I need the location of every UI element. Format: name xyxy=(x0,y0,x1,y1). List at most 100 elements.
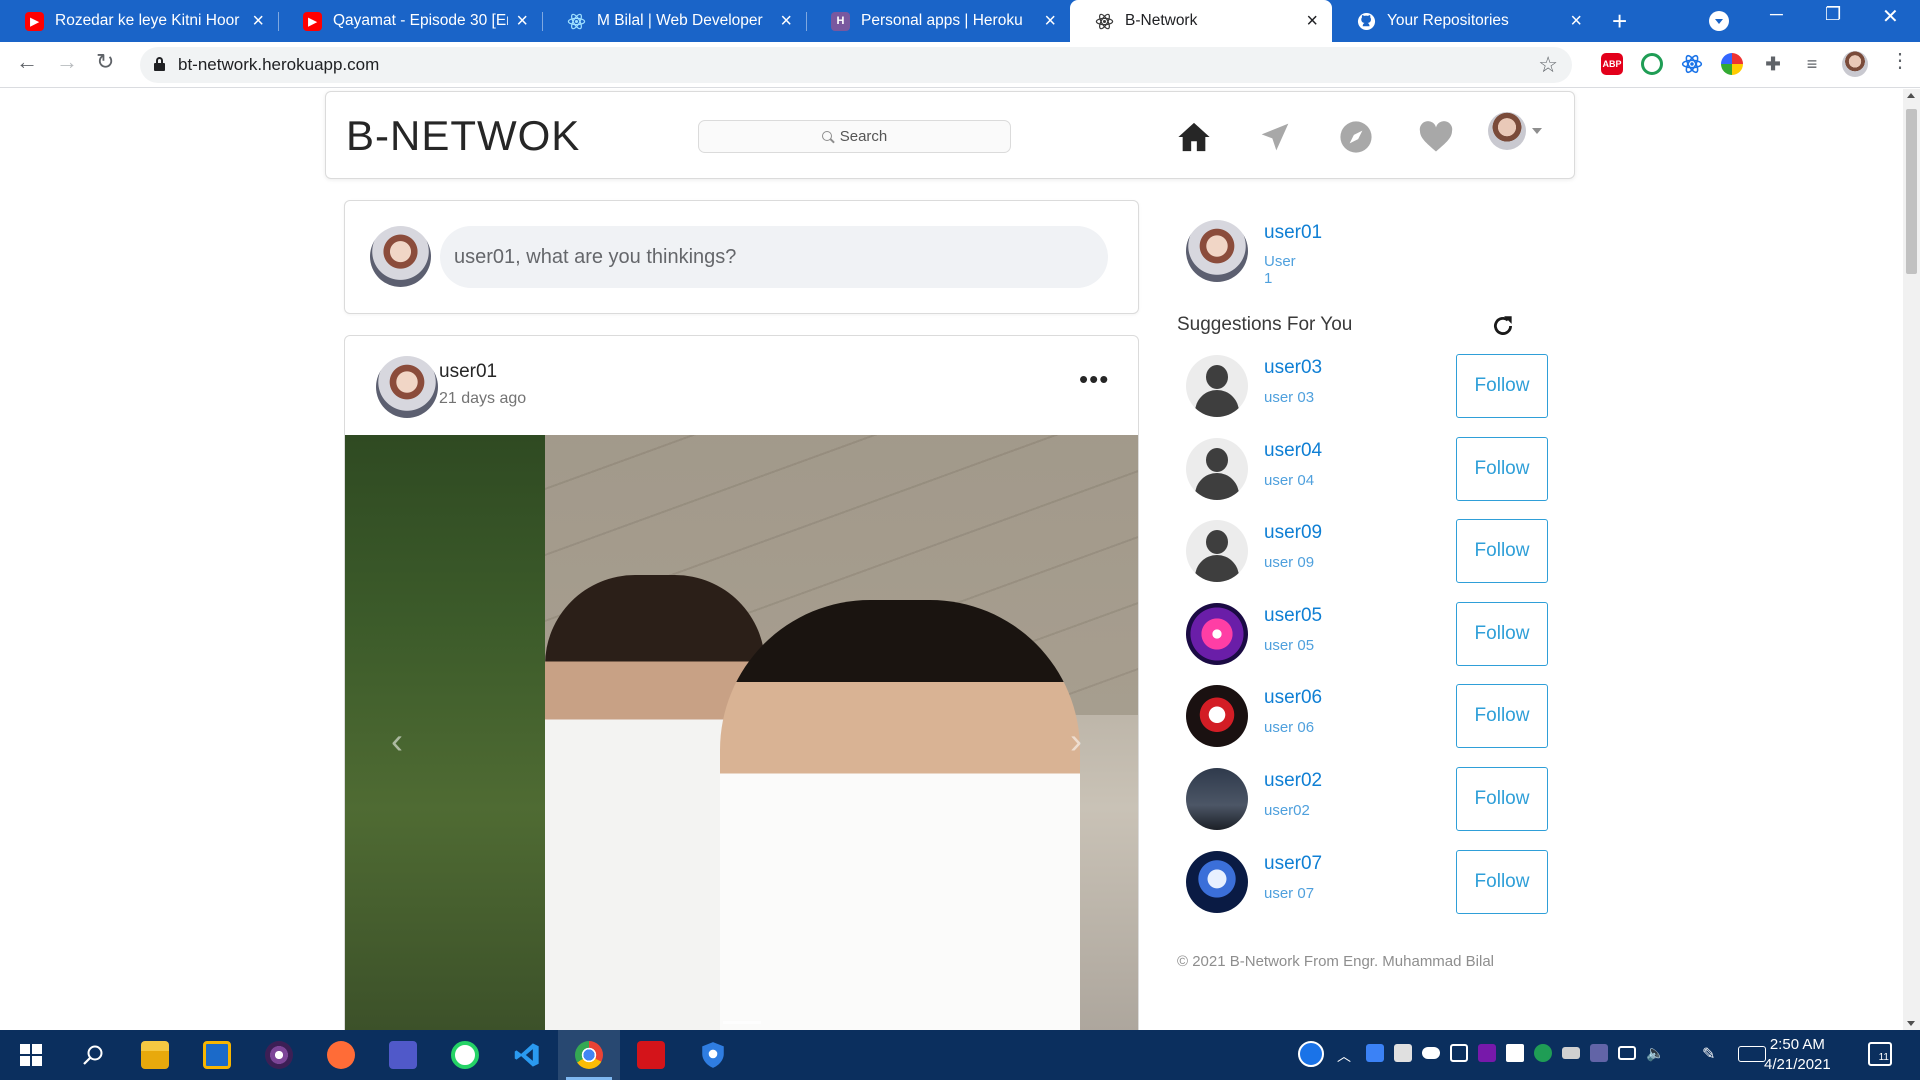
url-text[interactable]: bt-network.herokuapp.com xyxy=(178,55,379,75)
postman-icon[interactable] xyxy=(310,1030,372,1080)
page-scrollbar[interactable] xyxy=(1903,89,1920,1030)
react-devtools-icon[interactable] xyxy=(1681,53,1703,75)
close-icon[interactable]: × xyxy=(780,11,792,31)
refresh-icon[interactable] xyxy=(1490,313,1516,339)
network-icon[interactable] xyxy=(1618,1046,1636,1060)
browser-tab-active[interactable]: B-Network × xyxy=(1070,0,1332,42)
suggestion-username[interactable]: user05 xyxy=(1264,605,1322,627)
scroll-down-icon[interactable] xyxy=(1907,1021,1915,1026)
scrollbar-thumb[interactable] xyxy=(1906,109,1917,274)
suggestion-username[interactable]: user07 xyxy=(1264,853,1322,875)
close-icon[interactable]: × xyxy=(252,11,264,31)
puzzle-icon[interactable]: ✚ xyxy=(1762,53,1784,75)
suggestion-username[interactable]: user09 xyxy=(1264,522,1322,544)
chrome-icon[interactable] xyxy=(558,1030,620,1080)
close-icon[interactable]: × xyxy=(1044,11,1056,31)
default-avatar-icon[interactable] xyxy=(1186,437,1248,500)
avatar[interactable] xyxy=(1186,602,1248,665)
vscode-icon[interactable] xyxy=(496,1030,558,1080)
tor-browser-icon[interactable] xyxy=(248,1030,310,1080)
suggestion-username[interactable]: user03 xyxy=(1264,357,1322,379)
notification-center-icon[interactable]: 11 xyxy=(1868,1042,1892,1066)
new-tab-icon[interactable]: + xyxy=(1612,8,1627,34)
follow-button[interactable]: Follow xyxy=(1456,849,1548,914)
search-icon[interactable] xyxy=(62,1030,124,1080)
minimize-icon[interactable]: ─ xyxy=(1770,4,1783,25)
media-controls-icon[interactable]: ≡ xyxy=(1801,53,1823,75)
avatar[interactable] xyxy=(1186,685,1248,748)
post-author-avatar[interactable] xyxy=(376,356,438,418)
onenote-icon[interactable] xyxy=(1478,1044,1496,1062)
pen-icon[interactable]: ✎ xyxy=(1702,1044,1720,1063)
restore-icon[interactable]: ❐ xyxy=(1825,4,1841,25)
help-icon[interactable] xyxy=(1298,1041,1324,1067)
pin-icon[interactable] xyxy=(1394,1044,1412,1062)
close-icon[interactable]: × xyxy=(1570,11,1582,31)
volume-icon[interactable]: 🔈 xyxy=(1646,1044,1665,1062)
default-avatar-icon[interactable] xyxy=(1186,520,1248,583)
suggestion-username[interactable]: user02 xyxy=(1264,770,1322,792)
avatar[interactable] xyxy=(1186,850,1248,913)
browser-tab[interactable]: ▶ Rozedar ke leye Kitni Hoor × xyxy=(0,0,279,42)
bookmark-star-icon[interactable]: ☆ xyxy=(1538,52,1558,78)
create-post-input[interactable]: user01, what are you thinkings? xyxy=(440,226,1108,288)
suggestion-username[interactable]: user04 xyxy=(1264,440,1322,462)
post-image-carousel[interactable]: ‹ › xyxy=(345,435,1138,1030)
avatar[interactable] xyxy=(1186,220,1248,282)
follow-button[interactable]: Follow xyxy=(1456,436,1548,501)
explore-icon[interactable] xyxy=(1336,117,1376,157)
browser-tab[interactable]: ▶ Qayamat - Episode 30 [Eng × xyxy=(278,0,543,42)
teams-tray-icon[interactable] xyxy=(1590,1044,1608,1062)
chrome-menu-icon[interactable]: ⋮ xyxy=(1890,51,1910,71)
address-bar[interactable]: bt-network.herokuapp.com ☆ xyxy=(140,47,1572,83)
reload-icon[interactable]: ↻ xyxy=(96,51,114,73)
more-options-icon[interactable]: ••• xyxy=(1079,366,1109,392)
post-author-name[interactable]: user01 xyxy=(439,361,497,383)
close-icon[interactable]: × xyxy=(516,11,528,31)
forward-icon[interactable]: → xyxy=(56,51,78,73)
carousel-indicator[interactable] xyxy=(723,1021,761,1024)
defender-icon[interactable] xyxy=(1366,1044,1384,1062)
suggestion-username[interactable]: user06 xyxy=(1264,687,1322,709)
security-shield-icon[interactable] xyxy=(1506,1044,1524,1062)
system-clock[interactable]: 2:50 AM 4/21/2021 xyxy=(1764,1035,1831,1075)
extension-ring-icon[interactable] xyxy=(1641,53,1663,75)
chevron-up-icon[interactable]: ︿ xyxy=(1337,1046,1355,1064)
virtualbox-icon[interactable] xyxy=(186,1030,248,1080)
follow-button[interactable]: Follow xyxy=(1456,766,1548,831)
follow-button[interactable]: Follow xyxy=(1456,601,1548,666)
adblock-extension-icon[interactable]: ABP xyxy=(1601,53,1623,75)
close-icon[interactable]: × xyxy=(1306,11,1318,31)
home-icon[interactable] xyxy=(1174,117,1214,157)
whatsapp-icon[interactable] xyxy=(434,1030,496,1080)
default-avatar-icon[interactable] xyxy=(1186,355,1248,417)
send-icon[interactable] xyxy=(1255,117,1295,157)
tab-search-icon[interactable] xyxy=(1709,11,1729,31)
scroll-up-icon[interactable] xyxy=(1907,93,1915,98)
brand-logo[interactable]: B-NETWOK xyxy=(346,112,580,160)
follow-button[interactable]: Follow xyxy=(1456,354,1548,418)
follow-button[interactable]: Follow xyxy=(1456,519,1548,584)
carousel-next-icon[interactable]: › xyxy=(1070,720,1082,762)
follow-button[interactable]: Follow xyxy=(1456,684,1548,749)
teams-icon[interactable] xyxy=(372,1030,434,1080)
acrobat-icon[interactable] xyxy=(620,1030,682,1080)
current-user-username[interactable]: user01 xyxy=(1264,222,1322,244)
profile-avatar[interactable] xyxy=(1488,112,1526,150)
profile-avatar[interactable] xyxy=(1842,51,1868,77)
start-button[interactable] xyxy=(0,1030,62,1080)
search-input[interactable]: Search xyxy=(698,120,1011,153)
battery-icon[interactable] xyxy=(1562,1047,1580,1059)
keyboard-icon[interactable] xyxy=(1738,1046,1766,1062)
onedrive-icon[interactable] xyxy=(1422,1047,1440,1059)
copy-icon[interactable] xyxy=(1450,1044,1468,1062)
back-icon[interactable]: ← xyxy=(16,51,38,73)
vpn-shield-icon[interactable] xyxy=(682,1030,744,1080)
chevron-down-icon[interactable] xyxy=(1532,128,1542,134)
color-extension-icon[interactable] xyxy=(1721,53,1743,75)
browser-tab[interactable]: Your Repositories × xyxy=(1332,0,1596,42)
window-close-icon[interactable]: ✕ xyxy=(1882,4,1899,29)
color-app-icon[interactable] xyxy=(1534,1044,1552,1062)
carousel-prev-icon[interactable]: ‹ xyxy=(391,720,403,762)
browser-tab[interactable]: H Personal apps | Heroku × xyxy=(806,0,1070,42)
